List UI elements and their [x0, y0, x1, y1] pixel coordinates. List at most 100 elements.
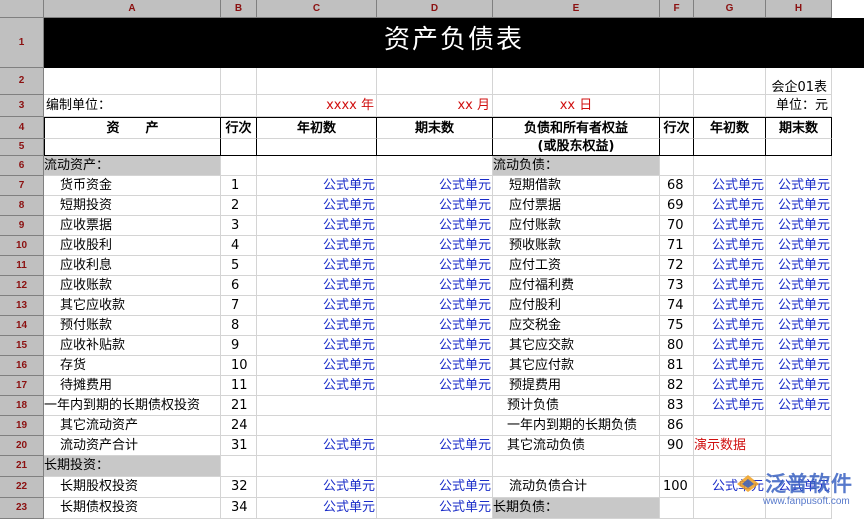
- column-header-e[interactable]: E: [493, 0, 660, 18]
- asset-line-no[interactable]: 4: [221, 236, 257, 256]
- asset-line-no[interactable]: 5: [221, 256, 257, 276]
- asset-begin-formula[interactable]: 公式单元: [257, 316, 377, 336]
- cell-h6[interactable]: [766, 156, 832, 176]
- row-header-16[interactable]: 16: [0, 356, 44, 376]
- liability-end-formula[interactable]: 公式单元: [766, 316, 832, 336]
- liability-name[interactable]: 预提费用: [493, 376, 660, 396]
- liability-begin-formula[interactable]: 公式单元: [694, 336, 766, 356]
- asset-begin-formula[interactable]: 公式单元: [257, 376, 377, 396]
- header-liabilities[interactable]: 负债和所有者权益: [493, 117, 660, 139]
- liability-begin-formula[interactable]: 公式单元: [694, 276, 766, 296]
- liability-name[interactable]: 一年内到期的长期负债: [493, 416, 660, 436]
- cell-f5[interactable]: [660, 139, 694, 156]
- liability-begin-formula[interactable]: 公式单元: [694, 236, 766, 256]
- asset-name[interactable]: 应收股利: [44, 236, 221, 256]
- asset-begin-formula[interactable]: 公式单元: [257, 176, 377, 196]
- report-title[interactable]: 资产负债表: [44, 18, 864, 68]
- row-header-10[interactable]: 10: [0, 236, 44, 256]
- asset-line-no[interactable]: 34: [221, 498, 257, 519]
- asset-line-no[interactable]: 31: [221, 436, 257, 456]
- liability-begin-formula[interactable]: 公式单元: [694, 396, 766, 416]
- cell-c21[interactable]: [257, 456, 377, 477]
- cell-h19[interactable]: [766, 416, 832, 436]
- day-field[interactable]: xx 日: [493, 95, 660, 117]
- demo-data-label[interactable]: 演示数据: [694, 436, 766, 456]
- liability-begin-formula[interactable]: 公式单元: [694, 296, 766, 316]
- form-code[interactable]: 会企01表: [766, 68, 832, 95]
- liability-end-formula[interactable]: 公式单元: [766, 216, 832, 236]
- cell-h5[interactable]: [766, 139, 832, 156]
- asset-end-formula[interactable]: 公式单元: [377, 296, 493, 316]
- asset-end-formula[interactable]: 公式单元: [377, 316, 493, 336]
- select-all-corner[interactable]: [0, 0, 44, 18]
- row-header-7[interactable]: 7: [0, 176, 44, 196]
- liability-begin-formula[interactable]: 公式单元: [694, 176, 766, 196]
- asset-line-no[interactable]: 9: [221, 336, 257, 356]
- cell-f3[interactable]: [660, 95, 694, 117]
- liability-end-formula[interactable]: 公式单元: [766, 176, 832, 196]
- column-header-d[interactable]: D: [377, 0, 493, 18]
- cell-g3[interactable]: [694, 95, 766, 117]
- asset-name[interactable]: 其它应收款: [44, 296, 221, 316]
- asset-end-formula[interactable]: 公式单元: [377, 276, 493, 296]
- liability-begin-formula[interactable]: 公式单元: [694, 376, 766, 396]
- header-begin-balance[interactable]: 年初数: [257, 117, 377, 139]
- liability-end-formula[interactable]: 公式单元: [766, 336, 832, 356]
- asset-name[interactable]: 应收账款: [44, 276, 221, 296]
- column-header-g[interactable]: G: [694, 0, 766, 18]
- asset-line-no[interactable]: 10: [221, 356, 257, 376]
- cell-e21[interactable]: [493, 456, 660, 477]
- row-header-9[interactable]: 9: [0, 216, 44, 236]
- row-header-12[interactable]: 12: [0, 276, 44, 296]
- asset-begin-formula[interactable]: 公式单元: [257, 216, 377, 236]
- column-header-b[interactable]: B: [221, 0, 257, 18]
- cell-g5[interactable]: [694, 139, 766, 156]
- liability-name[interactable]: 流动负债合计: [493, 477, 660, 498]
- liability-line-no[interactable]: 75: [660, 316, 694, 336]
- asset-end-formula[interactable]: 公式单元: [377, 477, 493, 498]
- asset-begin-formula[interactable]: 公式单元: [257, 336, 377, 356]
- liability-begin-formula[interactable]: 公式单元: [694, 216, 766, 236]
- asset-end-formula[interactable]: 公式单元: [377, 356, 493, 376]
- cell-c5[interactable]: [257, 139, 377, 156]
- year-field[interactable]: xxxx 年: [257, 95, 377, 117]
- asset-name[interactable]: 长期股权投资: [44, 477, 221, 498]
- cell-c2[interactable]: [257, 68, 377, 95]
- header-equity[interactable]: (或股东权益): [493, 139, 660, 156]
- liability-begin-formula[interactable]: 公式单元: [694, 196, 766, 216]
- asset-line-no[interactable]: 7: [221, 296, 257, 316]
- asset-name[interactable]: 长期债权投资: [44, 498, 221, 519]
- asset-name[interactable]: 货币资金: [44, 176, 221, 196]
- asset-name[interactable]: 一年内到期的长期债权投资: [44, 396, 221, 416]
- asset-line-no[interactable]: 6: [221, 276, 257, 296]
- liability-line-no[interactable]: 70: [660, 216, 694, 236]
- section-current-liabilities[interactable]: 流动负债：: [493, 156, 660, 176]
- header-begin-balance-2[interactable]: 年初数: [694, 117, 766, 139]
- liability-begin-formula[interactable]: 公式单元: [694, 316, 766, 336]
- row-header-22[interactable]: 22: [0, 477, 44, 498]
- liability-begin-formula[interactable]: 公式单元: [694, 256, 766, 276]
- row-header-1[interactable]: 1: [0, 18, 44, 68]
- liability-line-no[interactable]: 86: [660, 416, 694, 436]
- cell-d19[interactable]: [377, 416, 493, 436]
- liability-name[interactable]: 预收账款: [493, 236, 660, 256]
- liability-end-formula[interactable]: 公式单元: [766, 196, 832, 216]
- asset-end-formula[interactable]: 公式单元: [377, 256, 493, 276]
- liability-line-no[interactable]: 68: [660, 176, 694, 196]
- row-header-4[interactable]: 4: [0, 117, 44, 139]
- cell-b21[interactable]: [221, 456, 257, 477]
- liability-name[interactable]: 应付福利费: [493, 276, 660, 296]
- header-line-no[interactable]: 行次: [221, 117, 257, 139]
- liability-line-no[interactable]: 69: [660, 196, 694, 216]
- cell-a2[interactable]: [44, 68, 221, 95]
- header-line-no-2[interactable]: 行次: [660, 117, 694, 139]
- cell-c18[interactable]: [257, 396, 377, 416]
- cell-d18[interactable]: [377, 396, 493, 416]
- asset-begin-formula[interactable]: 公式单元: [257, 296, 377, 316]
- column-header-a[interactable]: A: [44, 0, 221, 18]
- liability-name[interactable]: 其它应交款: [493, 336, 660, 356]
- asset-line-no[interactable]: 21: [221, 396, 257, 416]
- cell-d2[interactable]: [377, 68, 493, 95]
- section-long-term-liabilities[interactable]: 长期负债：: [493, 498, 660, 519]
- liability-name[interactable]: 应交税金: [493, 316, 660, 336]
